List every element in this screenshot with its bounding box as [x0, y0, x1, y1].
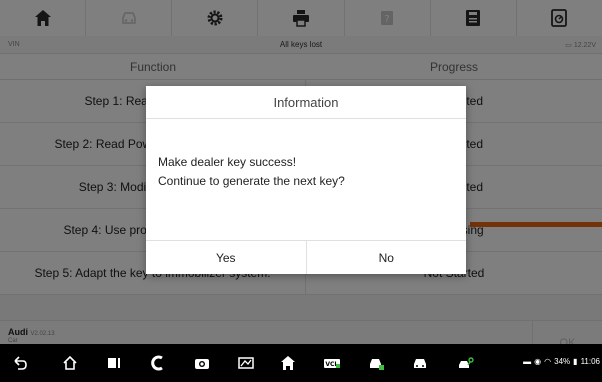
camera-icon [195, 359, 209, 369]
camera-button[interactable] [194, 355, 210, 371]
clock: 11:06 [580, 357, 600, 366]
vehicle-status-button[interactable] [368, 355, 384, 371]
system-nav-bar: VCI ▬ ◉ ◠ 34% ▮ 11:06 [0, 344, 602, 382]
dialog-title: Information [146, 86, 466, 119]
immo-key-button[interactable] [458, 355, 474, 371]
dialog-message-line: Make dealer key success! [158, 155, 297, 169]
sync-icon: ◉ [534, 357, 542, 366]
diagnostics-home-button[interactable] [280, 355, 296, 371]
vci-icon: VCI [324, 359, 340, 368]
dialog-message-line: Continue to generate the next key? [158, 174, 345, 188]
back-button[interactable] [12, 355, 28, 371]
car-icon [414, 359, 426, 368]
wifi-icon: ◠ [544, 357, 552, 366]
home-nav-button[interactable] [62, 355, 78, 371]
back-icon [14, 356, 27, 370]
car-key-icon [459, 357, 474, 368]
battery-icon: ▮ [573, 357, 578, 366]
no-button[interactable]: No [305, 241, 467, 274]
home-icon [281, 356, 295, 370]
information-dialog: Information Make dealer key success! Con… [146, 86, 466, 274]
svg-text:VCI: VCI [325, 361, 336, 368]
status-bar: ▬ ◉ ◠ 34% ▮ 11:06 [523, 357, 600, 366]
vehicle-menu-button[interactable] [412, 355, 428, 371]
recent-apps-icon [108, 358, 120, 368]
car-check-icon [370, 359, 384, 370]
dialog-buttons: Yes No [146, 240, 466, 274]
maxi-logo-icon [151, 355, 163, 371]
display-icon [238, 357, 254, 369]
display-settings-button[interactable] [238, 355, 254, 371]
recent-apps-button[interactable] [106, 355, 122, 371]
dialog-message: Make dealer key success! Continue to gen… [158, 153, 345, 191]
message-icon: ▬ [523, 357, 532, 366]
yes-button[interactable]: Yes [146, 241, 306, 274]
home-nav-icon [63, 355, 77, 370]
battery-percent: 34% [554, 357, 571, 366]
vci-button[interactable]: VCI [324, 355, 340, 371]
maxi-app-button[interactable] [150, 355, 166, 371]
